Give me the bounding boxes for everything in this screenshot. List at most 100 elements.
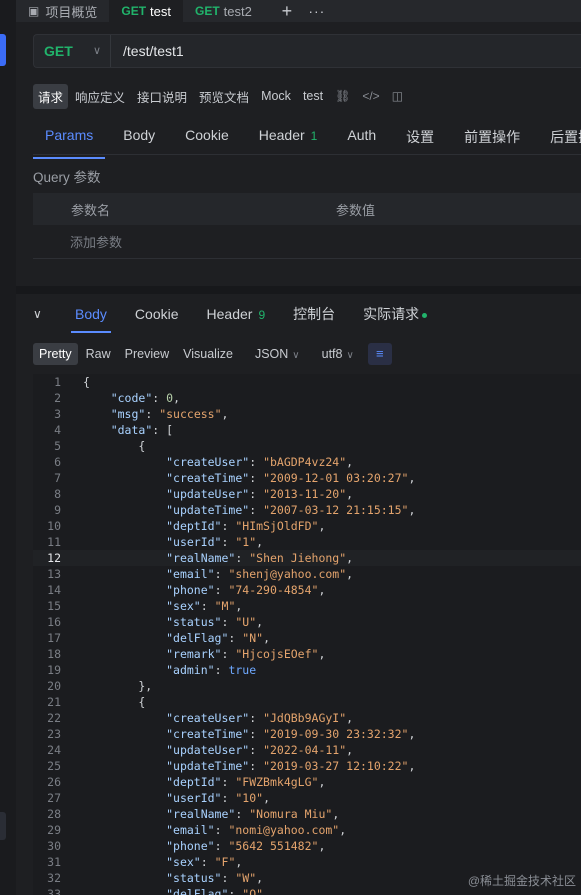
url-input[interactable]: /test/test1 — [111, 43, 184, 59]
line-number: 3 — [54, 407, 61, 421]
line-number: 9 — [54, 503, 61, 517]
tab-params[interactable]: Params — [33, 122, 106, 159]
tab-label: Header — [258, 127, 305, 143]
tab-label: 实际请求 — [363, 306, 420, 322]
subtab-test[interactable]: test — [298, 86, 328, 106]
tab-label: Body — [75, 306, 107, 322]
chevron-down-icon[interactable]: ∨ — [84, 35, 111, 67]
encoding-value: utf8 — [321, 347, 343, 361]
tab-response-header[interactable]: Header 9 — [193, 302, 280, 326]
subtab-response-definition[interactable]: 响应定义 — [70, 84, 130, 109]
tab-pre-actions[interactable]: 前置操作 — [452, 122, 532, 154]
line-number: 26 — [47, 775, 61, 789]
add-param-row[interactable]: 添加参数 — [33, 225, 581, 259]
code-line: 26 "deptId": "FWZBmk4gLG", — [33, 774, 581, 790]
watermark: @稀土掘金技术社区 — [467, 874, 576, 888]
code-line: 8 "updateUser": "2013-11-20", — [33, 486, 581, 502]
code-text: "phone": "74-290-4854", — [166, 583, 326, 597]
line-number: 22 — [47, 711, 61, 725]
code-text: "userId": "1", — [166, 535, 264, 549]
link-icon[interactable]: ⛓ — [330, 89, 355, 103]
chevron-down-icon: ∨ — [292, 350, 300, 361]
tab-auth[interactable]: Auth — [335, 122, 388, 154]
line-number: 11 — [47, 535, 61, 549]
tab-console[interactable]: 控制台 — [279, 300, 349, 328]
line-number: 32 — [47, 871, 61, 885]
code-text: "realName": "Nomura Miu", — [166, 807, 340, 821]
request-tabs: Params Body Cookie Header 1 Auth 设置 前置操作 … — [33, 122, 581, 159]
line-number: 15 — [47, 599, 61, 613]
code-text: "admin": true — [166, 663, 257, 677]
line-number: 18 — [47, 647, 61, 661]
split-panel-icon[interactable]: ◫ — [387, 89, 408, 103]
line-number: 6 — [54, 455, 61, 469]
code-text: "status": "W", — [166, 871, 264, 885]
format-type-select[interactable]: JSON ∨ — [249, 343, 306, 365]
tab-test[interactable]: GET test — [109, 0, 183, 22]
tab-label: Body — [123, 127, 156, 143]
code-text: { — [83, 695, 146, 709]
code-line: 17 "delFlag": "N", — [33, 630, 581, 646]
mode-visualize[interactable]: Visualize — [177, 343, 239, 365]
tab-label: Params — [45, 127, 94, 143]
code-text: { — [83, 439, 146, 453]
code-text: "remark": "HjcojsEOef", — [166, 647, 326, 661]
tab-test2[interactable]: GET test2 — [183, 0, 264, 22]
code-line: 14 "phone": "74-290-4854", — [33, 582, 581, 598]
tab-label: Header — [206, 306, 253, 322]
line-number: 24 — [47, 743, 61, 757]
mode-preview[interactable]: Preview — [119, 343, 175, 365]
line-number: 7 — [54, 471, 61, 485]
overview-icon: ▣ — [28, 4, 40, 18]
response-code-editor[interactable]: 1{2 "code": 0, 3 "msg": "success", 4 "data… — [33, 374, 581, 895]
header-count-badge: 9 — [258, 308, 266, 322]
line-number: 29 — [47, 823, 61, 837]
code-line: 24 "updateUser": "2022-04-11", — [33, 742, 581, 758]
code-line: 22 "createUser": "JdQBb9AGyI", — [33, 710, 581, 726]
subtab-api-description[interactable]: 接口说明 — [132, 84, 192, 109]
panel-divider[interactable] — [16, 286, 581, 294]
code-text: "phone": "5642 551482", — [166, 839, 326, 853]
new-tab-plus-icon[interactable]: + — [272, 1, 302, 22]
tab-body[interactable]: Body — [111, 122, 167, 154]
collapse-chevron-icon[interactable]: ∨ — [33, 307, 53, 321]
subtab-mock[interactable]: Mock — [256, 86, 296, 106]
more-tabs-icon[interactable]: ··· — [302, 3, 332, 19]
subtab-request[interactable]: 请求 — [33, 83, 69, 109]
tab-actual-request[interactable]: 实际请求 — [349, 300, 441, 328]
code-line: 28 "realName": "Nomura Miu", — [33, 806, 581, 822]
mode-raw[interactable]: Raw — [80, 343, 117, 365]
tab-label: 控制台 — [293, 306, 336, 322]
tab-bar: ▣ 项目概览 GET test GET test2 + ··· — [16, 0, 581, 22]
mode-pretty[interactable]: Pretty — [33, 343, 78, 365]
tab-post-actions[interactable]: 后置操 — [538, 122, 581, 154]
tab-response-cookie[interactable]: Cookie — [121, 302, 193, 326]
tab-label: test — [150, 3, 171, 19]
response-tabs: ∨ Body Cookie Header 9 控制台 实际请求 — [33, 298, 581, 333]
tab-settings[interactable]: 设置 — [394, 122, 446, 154]
line-number: 12 — [47, 551, 61, 565]
code-line: 13 "email": "shenj@yahoo.com", — [33, 566, 581, 582]
encoding-select[interactable]: utf8 ∨ — [316, 343, 360, 365]
code-line: 4 "data": [ — [33, 422, 581, 438]
line-number: 21 — [47, 695, 61, 709]
tab-header[interactable]: Header 1 — [247, 122, 330, 154]
request-url-bar: GET ∨ /test/test1 — [33, 34, 581, 68]
code-line: 16 "status": "U", — [33, 614, 581, 630]
code-icon[interactable]: </> — [357, 89, 384, 103]
method-select[interactable]: GET — [34, 43, 84, 59]
subtab-preview-doc[interactable]: 预览文档 — [194, 84, 254, 109]
code-line: 19 "admin": true — [33, 662, 581, 678]
header-count-badge: 1 — [310, 129, 318, 143]
code-text: "updateUser": "2022-04-11", — [166, 743, 354, 757]
tab-response-body[interactable]: Body — [61, 302, 121, 333]
column-param-name: 参数名 — [71, 202, 111, 218]
column-param-value: 参数值 — [336, 202, 376, 218]
tab-cookie[interactable]: Cookie — [173, 122, 241, 154]
tab-label: 前置操作 — [464, 129, 521, 145]
add-param-input[interactable]: 添加参数 — [70, 232, 122, 251]
line-number: 23 — [47, 727, 61, 741]
format-type-value: JSON — [254, 347, 289, 361]
wrap-lines-icon[interactable]: ≡ — [367, 343, 392, 365]
tab-project-overview[interactable]: ▣ 项目概览 — [16, 0, 109, 22]
